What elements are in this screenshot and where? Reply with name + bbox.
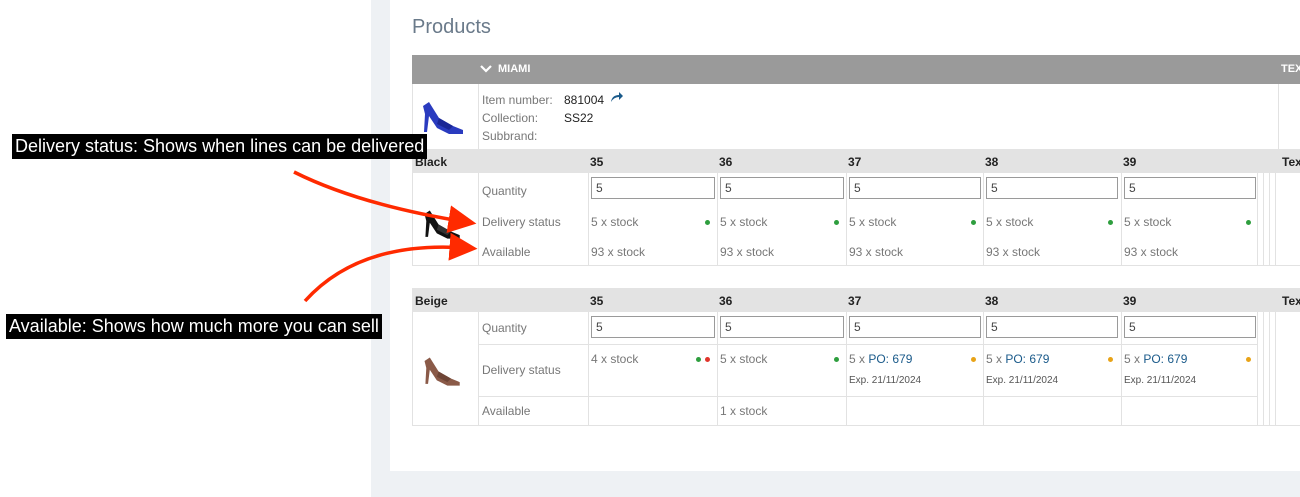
screenshot-stage: Products MIAMI TEX Item number: 881004 C…: [0, 0, 1300, 497]
delivery-arrow: [293, 170, 477, 234]
available-annotation: Available: Shows how much more you can s…: [6, 314, 382, 339]
annotation-arrows: [293, 170, 478, 303]
available-arrow: [303, 232, 478, 303]
delivery-annotation: Delivery status: Shows when lines can be…: [12, 134, 428, 159]
